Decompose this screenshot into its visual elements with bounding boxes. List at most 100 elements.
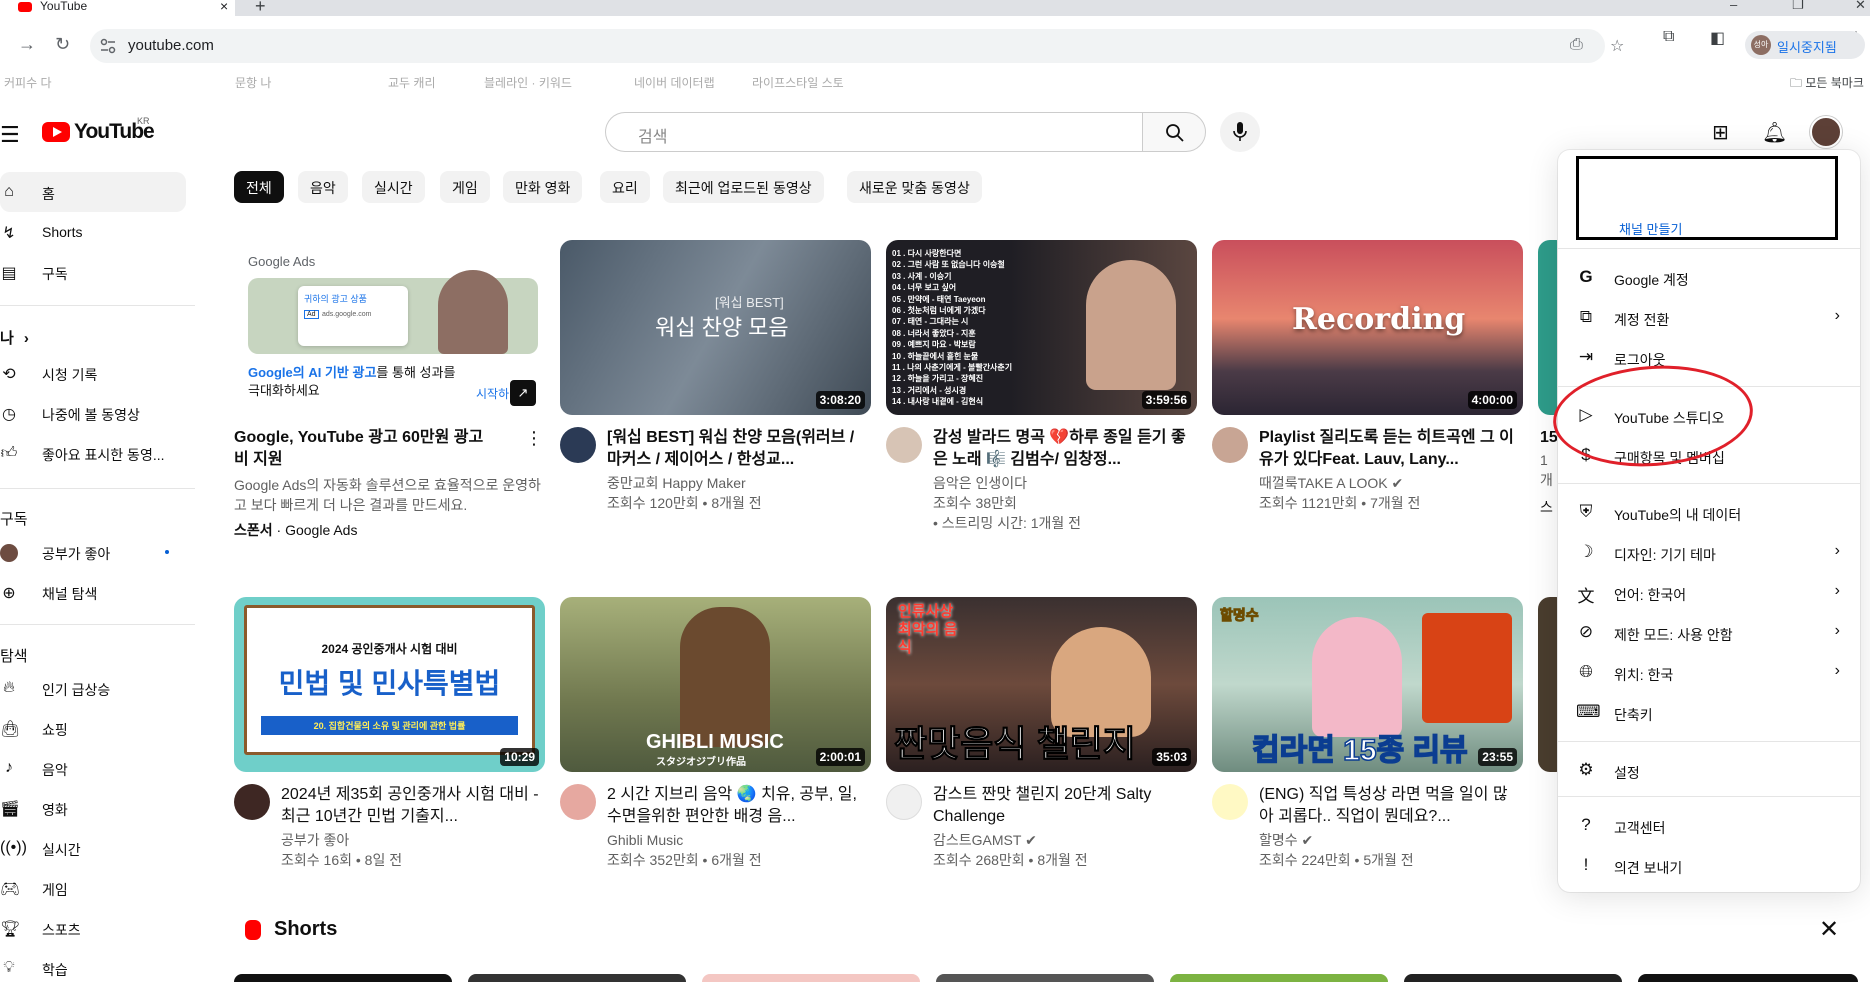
bookmark-item[interactable]: 교두 캐리 <box>388 74 436 91</box>
youtube-logo[interactable]: YouTube KR <box>40 116 160 146</box>
all-bookmarks[interactable]: 🗀 모든 북마크 <box>1790 74 1864 95</box>
menu-item-shield[interactable]: ⛨ YouTube의 내 데이터 <box>1558 493 1860 533</box>
channel-avatar[interactable] <box>1212 784 1248 820</box>
bookmark-item[interactable]: 네이버 데이터랩 <box>634 74 715 91</box>
sidebar-item-live[interactable]: ((•)) 실시간 <box>0 828 186 868</box>
channel-avatar[interactable] <box>560 784 596 820</box>
channel-avatar[interactable] <box>886 784 922 820</box>
voice-search-button[interactable] <box>1220 112 1260 152</box>
chip-all[interactable]: 전체 <box>234 171 284 203</box>
video-thumbnail[interactable]: 01 . 다시 사랑한다면 02 . 그런 사람 또 없습니다 이승철 03 . 사… <box>886 240 1197 415</box>
channel-name[interactable]: 공부가 좋아 <box>281 830 349 850</box>
short-thumbnail[interactable] <box>1638 974 1858 982</box>
install-app-icon[interactable]: ⎙ <box>1570 36 1583 54</box>
sidebar-item-gaming[interactable]: 🎮︎ 게임 <box>0 868 186 908</box>
menu-item-globe[interactable]: 🌐︎ 위치: 한국 › <box>1558 653 1860 693</box>
sidebar-item-learning[interactable]: 💡︎ 학습 <box>0 948 186 982</box>
sidebar-item-subscriptions[interactable]: ▤ 구독 <box>0 252 186 292</box>
extensions-icon[interactable]: ⧉ <box>1663 28 1674 46</box>
chip-animation[interactable]: 만화 영화 <box>503 171 583 203</box>
chip-recently-uploaded[interactable]: 최근에 업로드된 동영상 <box>663 171 824 203</box>
hamburger-menu-icon[interactable]: ☰ <box>0 122 20 148</box>
video-title[interactable]: 감스트 짠맛 챌린지 20단계 Salty Challenge <box>933 784 1195 828</box>
menu-item-help[interactable]: ? 고객센터 <box>1558 806 1860 846</box>
menu-item-feedback[interactable]: ! 의견 보내기 <box>1558 846 1860 886</box>
ad-title[interactable]: Google, YouTube 광고 60만원 광고비 지원 <box>234 427 496 471</box>
bookmark-item[interactable]: 커피수 다 <box>4 74 52 91</box>
side-panel-icon[interactable]: ◧ <box>1710 28 1725 48</box>
video-title[interactable]: 감성 발라드 명곡 💔하루 종일 듣기 좋은 노래 🎼 김범수/ 임창정... <box>933 427 1195 471</box>
external-link-icon[interactable]: ↗ <box>510 380 536 406</box>
short-thumbnail[interactable] <box>936 974 1154 982</box>
video-title[interactable]: 2 시간 지브리 음악 🌏 치유, 공부, 일, 수면을위한 편안한 배경 음.… <box>607 784 869 828</box>
video-thumbnail[interactable]: GHIBLI MUSIC スタジオジブリ作品 2:00:01 <box>560 597 871 772</box>
channel-avatar[interactable] <box>234 784 270 820</box>
reload-icon[interactable]: ↻ <box>55 34 70 55</box>
short-thumbnail[interactable] <box>702 974 920 982</box>
menu-item-translate[interactable]: 文 언어: 한국어 › <box>1558 573 1860 613</box>
short-thumbnail[interactable] <box>468 974 686 982</box>
sidebar-item-history[interactable]: ⟲ 시청 기록 <box>0 353 186 393</box>
video-thumbnail[interactable]: 2024 공인중개사 시험 대비 민법 및 민사특별법 20. 집합건물의 소유… <box>234 597 545 772</box>
video-title[interactable]: (ENG) 직업 특성상 라면 먹을 일이 많아 괴롭다.. 직업이 뭔데요?.… <box>1259 784 1521 828</box>
maximize-icon[interactable]: ❐ <box>1792 0 1804 13</box>
tab-close-icon[interactable]: × <box>220 0 228 14</box>
account-avatar[interactable] <box>1810 116 1842 148</box>
minimize-icon[interactable]: – <box>1730 0 1737 12</box>
video-title[interactable]: Playlist 질리도록 듣는 히트곡엔 그 이유가 있다Feat. Lauv… <box>1259 427 1521 471</box>
sidebar-item-browse-channels[interactable]: ⊕ 채널 탐색 <box>0 572 186 612</box>
sidebar-item-music[interactable]: ♪ 음악 <box>0 748 186 788</box>
sidebar-item-home[interactable]: ⌂ 홈 <box>0 172 186 212</box>
ad-thumbnail[interactable]: Google Ads 귀하의 광고 상품 Ad ads.google.com G… <box>234 240 545 415</box>
search-button[interactable] <box>1142 112 1206 152</box>
search-input[interactable]: 검색 <box>605 112 1142 152</box>
close-window-icon[interactable]: ✕ <box>1855 0 1866 13</box>
channel-avatar[interactable] <box>886 427 922 463</box>
create-channel-link[interactable]: 채널 만들기 <box>1619 219 1682 238</box>
short-thumbnail[interactable] <box>1404 974 1622 982</box>
notifications-bell-icon[interactable]: 🔔︎ <box>1762 120 1787 145</box>
menu-item-moon[interactable]: ☽ 디자인: 기기 테마 › <box>1558 533 1860 573</box>
channel-avatar[interactable] <box>1212 427 1248 463</box>
more-options-icon[interactable]: ⋮ <box>525 428 543 449</box>
ad-cta[interactable]: 시작하 <box>476 385 509 402</box>
create-video-icon[interactable]: ⊞ <box>1712 120 1729 145</box>
profile-chip[interactable]: 성아 일시중지됨 <box>1745 31 1865 59</box>
address-bar[interactable]: youtube.com ⎙ ☆ <box>90 29 1624 63</box>
menu-item-google[interactable]: G Google 계정 <box>1558 258 1860 298</box>
sidebar-you-header[interactable]: 나 › <box>0 327 29 348</box>
menu-item-keyboard[interactable]: ⌨ 단축키 <box>1558 693 1860 733</box>
channel-name[interactable]: 때껄룩TAKE A LOOK ✔ <box>1259 473 1403 493</box>
sidebar-item-channel[interactable]: 공부가 좋아 <box>0 532 186 572</box>
video-thumbnail[interactable]: Recording 4:00:00 <box>1212 240 1523 415</box>
menu-item-settings[interactable]: ⚙ 설정 <box>1558 751 1860 791</box>
chip-cooking[interactable]: 요리 <box>600 171 650 203</box>
site-info-icon[interactable] <box>100 38 116 54</box>
bookmark-item[interactable]: 라이프스타일 스토 <box>752 74 844 91</box>
sidebar-item-shopping[interactable]: 👜︎ 쇼핑 <box>0 708 186 748</box>
video-thumbnail[interactable]: 할명수 컵라면 15종 리뷰 23:55 <box>1212 597 1523 772</box>
channel-name[interactable]: 할명수 ✔ <box>1259 830 1313 850</box>
bookmark-star-icon[interactable]: ☆ <box>1610 36 1624 56</box>
forward-icon[interactable]: → <box>18 34 36 55</box>
sidebar-item-trending[interactable]: 🔥︎ 인기 급상승 <box>0 668 186 708</box>
short-thumbnail[interactable] <box>234 974 452 982</box>
chip-music[interactable]: 음악 <box>298 171 348 203</box>
new-tab-icon[interactable]: + <box>255 0 266 17</box>
channel-name[interactable]: 감스트GAMST ✔ <box>933 830 1037 850</box>
chip-gaming[interactable]: 게임 <box>440 171 490 203</box>
sidebar-item-liked-videos[interactable]: 👍︎ 좋아요 표시한 동영... <box>0 433 186 473</box>
sidebar-item-movies[interactable]: 🎬︎ 영화 <box>0 788 186 828</box>
chip-new-to-you[interactable]: 새로운 맞춤 동영상 <box>847 171 982 203</box>
video-title[interactable]: [워십 BEST] 워십 찬양 모음(위러브 / 마커스 / 제이어스 / 한성… <box>607 427 869 471</box>
sidebar-item-sports[interactable]: 🏆︎ 스포츠 <box>0 908 186 948</box>
sidebar-item-shorts[interactable]: ↯ Shorts <box>0 212 186 252</box>
channel-name[interactable]: Ghibli Music <box>607 830 683 850</box>
video-title[interactable]: 2024년 제35회 공인중개사 시험 대비 - 최근 10년간 민법 기출지.… <box>281 784 543 828</box>
channel-name[interactable]: 음악은 인생이다 <box>933 473 1027 493</box>
channel-name[interactable]: 중만교회 Happy Maker <box>607 473 746 493</box>
bookmark-item[interactable]: 블레라인 · 키워드 <box>484 74 572 91</box>
video-thumbnail[interactable]: [워십 BEST] 워십 찬양 모음 3:08:20 <box>560 240 871 415</box>
sidebar-item-watch-later[interactable]: ◷ 나중에 볼 동영상 <box>0 393 186 433</box>
menu-item-switch-account[interactable]: ⧉ 계정 전환 › <box>1558 298 1860 338</box>
